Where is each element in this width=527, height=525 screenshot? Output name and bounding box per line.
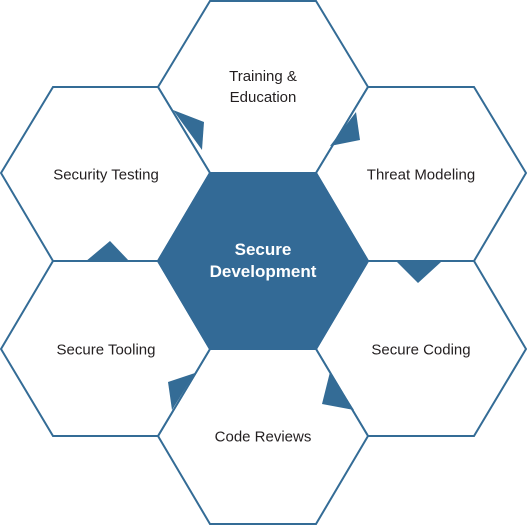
label-security-testing: Security Testing xyxy=(53,166,159,184)
center-label-line1: Secure xyxy=(234,240,292,259)
training-label-line1: Training & xyxy=(229,68,297,85)
center-label: Secure Development xyxy=(210,239,317,283)
label-code-reviews: Code Reviews xyxy=(214,428,312,446)
label-secure-coding: Secure Coding xyxy=(371,341,471,359)
secure-development-diagram: Secure Development Training & Education … xyxy=(0,0,527,525)
label-threat-modeling: Threat Modeling xyxy=(366,166,476,184)
center-label-line2: Development xyxy=(209,262,317,281)
training-label-line2: Education xyxy=(229,89,297,106)
label-training-education: Training & Education xyxy=(229,66,297,108)
label-secure-tooling: Secure Tooling xyxy=(56,341,156,359)
